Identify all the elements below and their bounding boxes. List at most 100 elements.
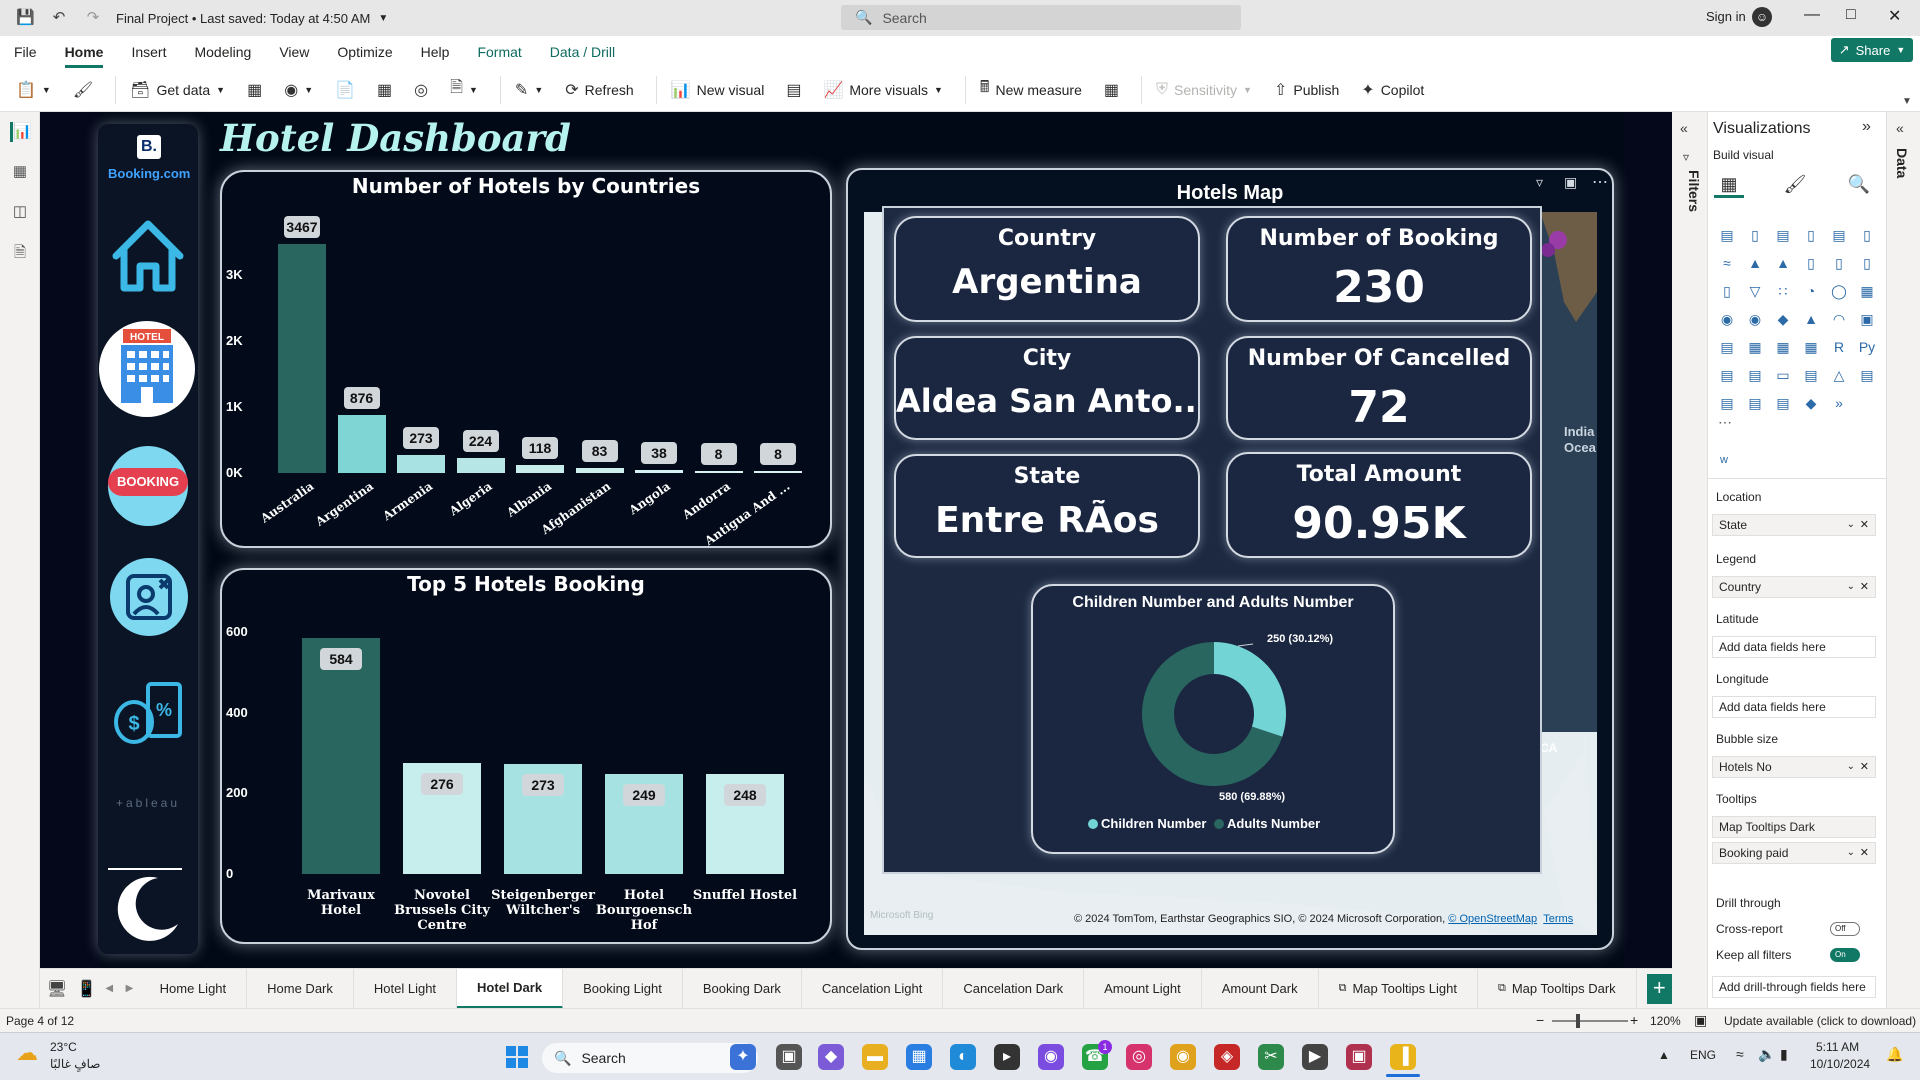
power-bi-icon[interactable]: ▐ — [1390, 1044, 1416, 1070]
menu-insert[interactable]: Insert — [117, 44, 180, 68]
filter-icon[interactable]: ▿ — [1536, 174, 1543, 191]
more-options-icon[interactable]: ⋯ — [1592, 172, 1608, 192]
get-data-button[interactable]: 🗃 Get data ▼ — [130, 80, 225, 100]
zoom-out-icon[interactable]: − — [1536, 1012, 1544, 1028]
transform-data-button[interactable]: ✎ ▼ — [515, 80, 543, 100]
media-player-icon[interactable]: ▶ — [1302, 1044, 1328, 1070]
page-tab[interactable]: ⧉ Map Tooltips Light — [1319, 968, 1478, 1009]
enter-data-button[interactable]: ▦ — [377, 80, 392, 100]
bar[interactable] — [278, 243, 326, 473]
map-visual-icon[interactable]: ◉ — [1715, 308, 1739, 330]
paste-button[interactable]: 📋 ▼ — [16, 80, 51, 100]
card-visual-icon[interactable]: ▣ — [1855, 308, 1879, 330]
redo-icon[interactable]: ↷ — [84, 9, 102, 27]
more-visuals-button[interactable]: 📈 More visuals ▼ — [823, 80, 942, 100]
terms-link[interactable]: Terms — [1543, 913, 1573, 925]
clustered-bar-visual-icon[interactable]: ▤ — [1771, 224, 1795, 246]
line-column-visual-icon[interactable]: ▯ — [1799, 252, 1823, 274]
page-tab[interactable]: Hotel Light — [354, 968, 458, 1009]
trophy-visual-icon[interactable]: △ — [1827, 364, 1851, 386]
line-clustered-visual-icon[interactable]: ▯ — [1827, 252, 1851, 274]
well-drop-zone[interactable]: Add data fields here — [1712, 636, 1876, 658]
well-field[interactable]: State ⌄ ✕ — [1712, 514, 1876, 536]
filters-label[interactable]: Filters — [1686, 170, 1702, 212]
chevron-down-icon[interactable]: ⌄ — [1847, 843, 1855, 863]
menu-home[interactable]: Home — [51, 44, 118, 68]
filled-map-visual-icon[interactable]: ◉ — [1743, 308, 1767, 330]
prev-page-icon[interactable]: ◀ — [99, 983, 119, 994]
next-page-icon[interactable]: ▶ — [119, 983, 139, 994]
copilot-icon[interactable]: ◆ — [818, 1044, 844, 1070]
well-drop-zone[interactable]: Add data fields here — [1712, 696, 1876, 718]
page-tab[interactable]: Cancelation Dark — [943, 968, 1085, 1009]
refresh-button[interactable]: ⟳ Refresh — [565, 80, 633, 100]
chevron-down-icon[interactable]: ⌄ — [1847, 757, 1855, 777]
mobile-layout-icon[interactable]: 📱 — [74, 979, 99, 999]
quick-measure-button[interactable]: ▦ — [1104, 80, 1119, 100]
model-view-icon[interactable]: ◫ — [10, 202, 30, 222]
pie-visual-icon[interactable]: ◔ — [1799, 280, 1823, 302]
sign-in-link[interactable]: Sign in — [1706, 9, 1746, 24]
page-tab[interactable]: ⧉ Map Tooltips Dark — [1478, 968, 1637, 1009]
qa-visual-icon[interactable]: ▭ — [1771, 364, 1795, 386]
zoom-in-icon[interactable]: + — [1630, 1012, 1638, 1028]
menu-file[interactable]: File — [0, 44, 51, 68]
r-visual-visual-icon[interactable]: R — [1827, 336, 1851, 358]
menu-data-drill[interactable]: Data / Drill — [536, 44, 629, 68]
format-painter-button[interactable]: 🖌 — [73, 80, 93, 100]
menu-optimize[interactable]: Optimize — [323, 44, 406, 68]
chevron-down-icon[interactable]: ▼ — [378, 13, 388, 24]
excel-button[interactable]: ▦ — [247, 80, 262, 100]
well-field[interactable]: Booking paid ⌄ ✕ — [1712, 842, 1876, 864]
table-view-icon[interactable]: ▦ — [10, 162, 30, 182]
kpi-visual-icon[interactable]: ▤ — [1715, 336, 1739, 358]
stacked-bar-visual-icon[interactable]: ▤ — [1715, 224, 1739, 246]
remove-field-icon[interactable]: ✕ — [1860, 577, 1869, 597]
remove-field-icon[interactable]: ✕ — [1860, 757, 1869, 777]
publish-button[interactable]: ⇧ Publish — [1274, 80, 1339, 100]
data-label[interactable]: Data — [1894, 148, 1910, 178]
zoom-slider-thumb[interactable] — [1576, 1014, 1580, 1028]
collapse-ribbon-icon[interactable]: ▼ — [1902, 96, 1912, 107]
page-tab[interactable]: Home Light — [140, 968, 248, 1009]
search-input[interactable]: 🔍 Search — [841, 5, 1241, 30]
undo-icon[interactable]: ↶ — [50, 9, 68, 27]
copilot-button[interactable]: ✦ Copilot — [1361, 80, 1424, 100]
page-tab[interactable]: Hotel Dark — [457, 968, 564, 1009]
bar[interactable] — [397, 454, 445, 473]
legend-label[interactable]: Adults Number — [1227, 816, 1320, 831]
waterfall-visual-icon[interactable]: ▯ — [1715, 280, 1739, 302]
report-view-icon[interactable]: 📊 — [10, 122, 32, 142]
close-icon[interactable]: ✕ — [1888, 6, 1901, 26]
new-measure-button[interactable]: 🖩 New measure — [980, 76, 1082, 103]
hotel-nav-icon[interactable]: HOTEL — [99, 321, 195, 417]
table-visual-icon[interactable]: ▦ — [1771, 336, 1795, 358]
notification-bell-icon[interactable]: 🔔 — [1886, 1046, 1903, 1063]
cross-report-toggle[interactable]: Off — [1830, 922, 1860, 936]
page-tab[interactable]: Cancelation Light — [802, 968, 944, 1009]
recent-sources-button[interactable]: 🗎 ▼ — [450, 76, 478, 103]
bar[interactable] — [337, 415, 386, 473]
cancel-nav-icon[interactable] — [110, 558, 188, 636]
slicer-visual-icon[interactable]: ▦ — [1743, 336, 1767, 358]
page-tab[interactable]: Amount Dark — [1202, 968, 1319, 1009]
keep-filters-toggle[interactable]: On — [1830, 948, 1860, 962]
bar[interactable] — [516, 465, 564, 473]
power-automate-visual-icon[interactable]: ▤ — [1743, 392, 1767, 414]
column-visual-icon[interactable]: ▯ — [1743, 224, 1767, 246]
bar[interactable] — [302, 638, 380, 874]
fit-page-icon[interactable]: ▣ — [1694, 1012, 1707, 1029]
show-hidden-icons-icon[interactable]: ▲ — [1658, 1048, 1670, 1062]
new-visual-button[interactable]: 📊 New visual — [671, 80, 765, 100]
openstreetmap-link[interactable]: © OpenStreetMap — [1448, 913, 1537, 925]
drill-through-drop-zone[interactable]: Add drill-through fields here — [1712, 976, 1876, 998]
volume-icon[interactable]: 🔈 — [1758, 1046, 1775, 1063]
treemap-visual-icon[interactable]: ▦ — [1855, 280, 1879, 302]
page-tab[interactable]: Amount Light — [1084, 968, 1202, 1009]
weather-icon[interactable]: ☁ — [16, 1040, 38, 1066]
menu-view[interactable]: View — [265, 44, 323, 68]
battery-icon[interactable]: ▮ — [1780, 1046, 1788, 1063]
matrix-visual-icon[interactable]: ▦ — [1799, 336, 1823, 358]
chevrons-visual-icon[interactable]: » — [1827, 392, 1851, 414]
save-icon[interactable]: 💾 — [16, 9, 35, 27]
